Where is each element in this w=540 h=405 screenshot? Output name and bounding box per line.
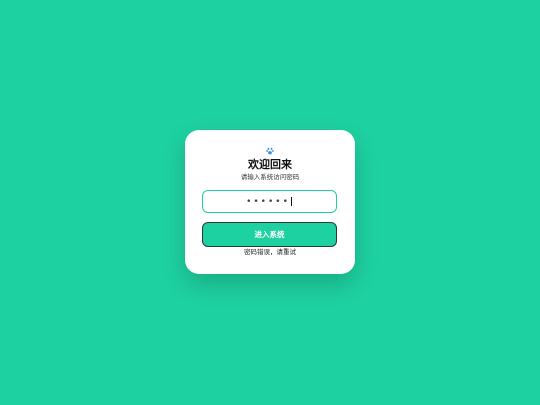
password-input[interactable]: •••••• — [202, 190, 337, 213]
text-caret — [290, 197, 292, 206]
page-subtitle: 请输入系统访问密码 — [240, 173, 300, 181]
password-mask: •••••• — [246, 196, 290, 207]
enter-system-button[interactable]: 进入系统 — [202, 222, 337, 247]
error-message: 密码错误，请重试 — [244, 248, 296, 256]
login-card: 欢迎回来 请输入系统访问密码 •••••• 进入系统 密码错误，请重试 — [185, 130, 355, 274]
paw-icon — [185, 146, 355, 156]
page-title: 欢迎回来 — [248, 158, 292, 171]
